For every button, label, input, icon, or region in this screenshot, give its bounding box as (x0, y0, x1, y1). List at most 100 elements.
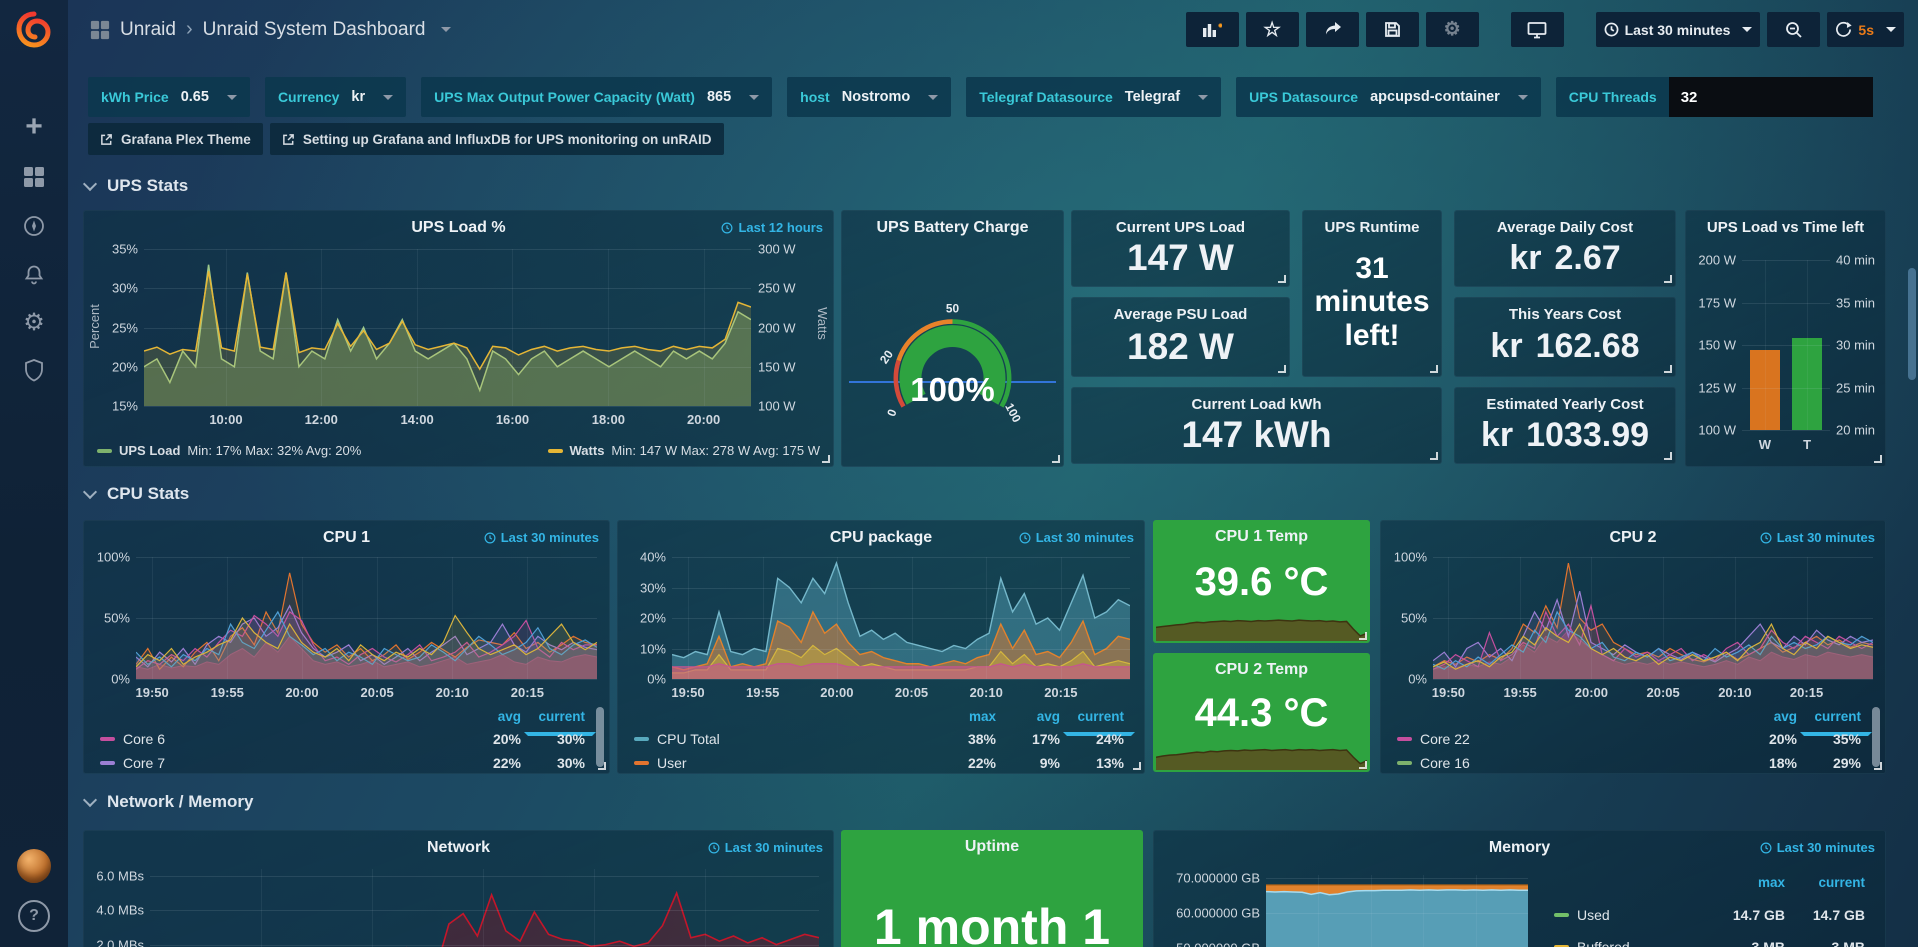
legend-scrollbar[interactable] (1872, 707, 1880, 767)
panel-title[interactable]: UPS Load vs Time left (1686, 219, 1885, 236)
legend-row: User22%9%13% (634, 755, 1124, 771)
legend-series-buffered[interactable]: Buffered (1554, 939, 1705, 947)
panel-cpu1: CPU 1 Last 30 minutes 100%50%0% 19:5019:… (83, 520, 610, 774)
y-axis: 40%30%20%10%0% (624, 557, 666, 679)
breadcrumb-separator: › (186, 18, 193, 41)
add-panel-button[interactable] (1186, 12, 1239, 47)
legend-scrollbar[interactable] (596, 707, 604, 767)
legend-series-core7[interactable]: Core 7 (100, 755, 457, 771)
breadcrumb-app[interactable]: Unraid (120, 19, 176, 41)
panel-time-range[interactable]: Last 30 minutes (1760, 530, 1875, 545)
legend-series-watts[interactable]: WattsMin: 147 W Max: 278 W Avg: 175 W (548, 443, 820, 458)
gauge-tick: 20 (877, 347, 896, 366)
page-scrollbar[interactable] (1908, 268, 1916, 380)
legend-series-ups-load[interactable]: UPS LoadMin: 17% Max: 32% Avg: 20% (97, 443, 361, 458)
variable-currency[interactable]: Currencykr (265, 77, 406, 117)
zoom-out-button[interactable] (1767, 12, 1820, 47)
legend-row: Core 620%30% (100, 731, 585, 747)
cpu-threads-input[interactable] (1669, 77, 1873, 117)
legend-series-used[interactable]: Used (1554, 907, 1705, 923)
legend-row: CPU Total38%17%24% (634, 731, 1124, 747)
link-grafana-plex-theme[interactable]: Grafana Plex Theme (88, 123, 263, 155)
panel-cpu-package: CPU package Last 30 minutes 40%30%20%10%… (617, 520, 1145, 774)
panel-title[interactable]: Uptime (841, 838, 1143, 856)
sidebar-item-help[interactable]: ? (0, 893, 68, 939)
y-axis-left: 35%30%25%20%15% (98, 249, 138, 406)
panel-title[interactable]: CPU 2 Temp (1153, 661, 1370, 679)
variable-ups-max-output[interactable]: UPS Max Output Power Capacity (Watt)865 (421, 77, 772, 117)
link-label: Setting up Grafana and InfluxDB for UPS … (303, 132, 712, 147)
variable-kwh-price[interactable]: kWh Price0.65 (88, 77, 250, 117)
stat-title[interactable]: This Years Cost (1509, 306, 1621, 323)
cycle-view-button[interactable] (1511, 12, 1564, 47)
chevron-down-icon[interactable] (441, 27, 451, 32)
section-network-memory[interactable]: Network / Memory (85, 792, 253, 812)
legend-series-core6[interactable]: Core 6 (100, 731, 457, 747)
chevron-down-icon (928, 95, 938, 100)
settings-button[interactable]: ⚙ (1426, 12, 1479, 47)
clock-icon (708, 842, 720, 854)
sidebar-item-admin[interactable] (0, 347, 68, 393)
panel-title[interactable]: UPS Battery Charge (842, 219, 1063, 237)
y-axis-right: 300 W250 W200 W150 W100 W (758, 249, 808, 406)
sidebar-item-alerting[interactable] (0, 252, 68, 298)
stat-title[interactable]: Average PSU Load (1114, 306, 1248, 323)
dashboard-grid-icon (90, 20, 110, 40)
refresh-icon (1835, 21, 1852, 38)
stat-title[interactable]: Average Daily Cost (1497, 219, 1633, 236)
legend-series-user[interactable]: User (634, 755, 932, 771)
variable-ups-datasource[interactable]: UPS Datasourceapcupsd-container (1236, 77, 1541, 117)
chevron-down-icon (1198, 95, 1208, 100)
legend-col-current[interactable]: current (1785, 875, 1865, 890)
panel-memory: Memory Last 30 minutes 70.000000 GB60.00… (1153, 830, 1886, 947)
chevron-down-icon (1886, 27, 1896, 32)
sidebar-item-create[interactable]: + (0, 104, 68, 150)
y-axis-label-right: Watts (815, 307, 830, 340)
sidebar-item-dashboards[interactable] (0, 154, 68, 200)
save-button[interactable] (1366, 12, 1419, 47)
panel-time-range[interactable]: Last 30 minutes (1760, 840, 1875, 855)
currency: kr (1509, 239, 1541, 278)
panel-time-range[interactable]: Last 30 minutes (708, 840, 823, 855)
variable-telegraf-datasource[interactable]: Telegraf DatasourceTelegraf (966, 77, 1221, 117)
legend-series-cpu-total[interactable]: CPU Total (634, 731, 932, 747)
legend-series-core22[interactable]: Core 22 (1397, 731, 1733, 747)
panel-time-range[interactable]: Last 12 hours (721, 220, 823, 235)
stat-title[interactable]: Current Load kWh (1192, 396, 1322, 413)
gauge-tick: 50 (946, 301, 960, 315)
refresh-interval[interactable]: 5s (1858, 22, 1874, 38)
stat-title[interactable]: UPS Runtime (1324, 219, 1419, 236)
legend-col-max[interactable]: max (1705, 875, 1785, 890)
y-axis: 70.000000 GB60.000000 GB50.000000 GB (1158, 875, 1260, 947)
section-title: UPS Stats (107, 176, 188, 196)
sidebar-item-configuration[interactable]: ⚙ (0, 300, 68, 346)
grafana-logo-icon[interactable] (14, 10, 54, 50)
section-title: CPU Stats (107, 484, 189, 504)
panel-title[interactable]: CPU 1 Temp (1153, 528, 1370, 546)
refresh-button[interactable]: 5s (1827, 12, 1904, 47)
sidebar-item-explore[interactable] (0, 203, 68, 249)
cpu1-chart (136, 557, 597, 679)
variable-host[interactable]: hostNostromo (787, 77, 951, 117)
ups-stats-grid: Current UPS Load 147 W UPS Runtime 31 mi… (1071, 210, 1676, 465)
page-title[interactable]: Unraid System Dashboard (203, 19, 426, 41)
legend-swatch (97, 449, 112, 453)
save-icon (1384, 21, 1401, 38)
share-button[interactable] (1306, 12, 1359, 47)
clock-icon (1019, 532, 1031, 544)
section-cpu-stats[interactable]: CPU Stats (85, 484, 189, 504)
panel-cpu1-temp: CPU 1 Temp 39.6 °C (1153, 520, 1370, 643)
section-ups-stats[interactable]: UPS Stats (85, 176, 188, 196)
panel-time-range[interactable]: Last 30 minutes (484, 530, 599, 545)
stat-title[interactable]: Current UPS Load (1116, 219, 1245, 236)
legend-series-core16[interactable]: Core 16 (1397, 755, 1733, 771)
panel-time-range[interactable]: Last 30 minutes (1019, 530, 1134, 545)
variable-value: Nostromo (842, 89, 910, 105)
time-range-picker[interactable]: Last 30 minutes (1596, 12, 1761, 47)
sidebar-item-profile[interactable] (0, 843, 68, 889)
panel-cpu2: CPU 2 Last 30 minutes 100%50%0% 19:5019:… (1380, 520, 1886, 774)
stat-title[interactable]: Estimated Yearly Cost (1486, 396, 1643, 413)
link-ups-monitoring-guide[interactable]: Setting up Grafana and InfluxDB for UPS … (270, 123, 724, 155)
star-button[interactable]: ☆ (1246, 12, 1299, 47)
battery-gauge: 0 20 50 100 (852, 241, 1053, 441)
